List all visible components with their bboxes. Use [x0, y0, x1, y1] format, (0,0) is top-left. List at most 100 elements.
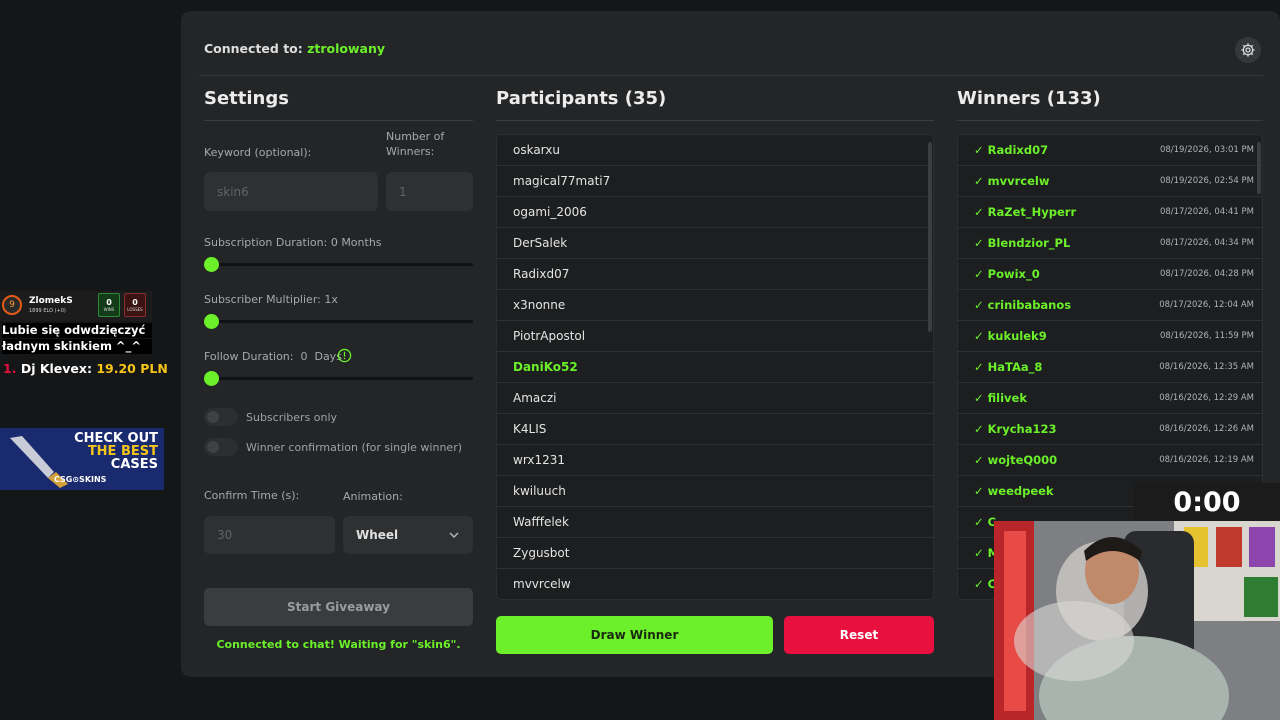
donor-name: Dj Klevex:	[20, 361, 92, 376]
slider-knob[interactable]	[204, 371, 219, 386]
winners-divider	[957, 120, 1263, 121]
winners-title: Winners (133)	[957, 88, 1101, 109]
subscription-duration-label: Subscription Duration: 0 Months	[204, 236, 382, 249]
winner-confirmation-label: Winner confirmation (for single winner)	[246, 440, 463, 454]
winners-count-input[interactable]: 1	[386, 172, 473, 211]
winner-name: ✓ Blendzior_PL	[974, 236, 1071, 250]
participant-row[interactable]: K4LIS	[497, 414, 933, 445]
winners-count-label: Number of Winners:	[386, 129, 444, 159]
info-icon[interactable]	[337, 348, 352, 363]
slider-knob[interactable]	[204, 314, 219, 329]
winner-name: ✓ C	[974, 577, 997, 591]
winner-row[interactable]: ✓ Blendzior_PL 08/17/2026, 04:34 PM	[958, 228, 1262, 259]
winner-date: 08/16/2026, 11:59 PM	[1159, 331, 1254, 341]
top-donor: 1. Dj Klevex: 19.20 PLN	[3, 361, 168, 376]
winner-confirmation-toggle-row[interactable]: Winner confirmation (for single winner)	[204, 438, 462, 456]
slider-knob[interactable]	[204, 257, 219, 272]
participant-row[interactable]: Radixd07	[497, 259, 933, 290]
participant-row[interactable]: DerSalek	[497, 228, 933, 259]
winner-name: ✓ RaZet_Hyperr	[974, 205, 1077, 219]
slider-track	[204, 377, 473, 380]
participant-row[interactable]: Zygusbot	[497, 538, 933, 569]
winners-count-label-line1: Number of	[386, 130, 445, 143]
participant-row[interactable]: kwiluuch	[497, 476, 933, 507]
participant-row[interactable]: Wafffelek	[497, 507, 933, 538]
ad-brand: CSG⊙SKINS	[54, 475, 107, 484]
follow-duration-slider[interactable]	[204, 371, 473, 386]
level-badge: 9	[2, 295, 22, 315]
subscriber-multiplier-slider[interactable]	[204, 314, 473, 329]
donor-amount: 19.20 PLN	[96, 361, 168, 376]
draw-winner-button[interactable]: Draw Winner	[496, 616, 773, 654]
participants-divider	[496, 120, 934, 121]
winner-confirmation-toggle[interactable]	[204, 438, 238, 456]
participant-row[interactable]: x3nonne	[497, 290, 933, 321]
participant-row[interactable]: PiotrApostol	[497, 321, 933, 352]
slider-track	[204, 263, 473, 266]
winner-name: ✓ C	[974, 515, 997, 529]
winner-row[interactable]: ✓ kukulek9 08/16/2026, 11:59 PM	[958, 321, 1262, 352]
participants-scrollbar[interactable]	[928, 142, 932, 332]
participant-row[interactable]: mvvrcelw	[497, 569, 933, 599]
ad-headline: CHECK OUT THE BEST CASES	[74, 432, 158, 471]
participant-row[interactable]: DaniKo52	[497, 352, 933, 383]
subscription-duration-slider[interactable]	[204, 257, 473, 272]
winner-row[interactable]: ✓ crinibabanos 08/17/2026, 12:04 AM	[958, 290, 1262, 321]
winner-date: 08/16/2026, 12:35 AM	[1159, 362, 1254, 372]
channel-name: ztrolowany	[307, 41, 386, 56]
settings-gear-button[interactable]	[1235, 37, 1261, 63]
chat-status-text: Connected to chat! Waiting for "skin6".	[216, 638, 461, 651]
chevron-down-icon	[449, 532, 459, 538]
gear-icon	[1241, 43, 1255, 57]
winner-row[interactable]: ✓ Radixd07 08/19/2026, 03:01 PM	[958, 135, 1262, 166]
animation-select-value: Wheel	[356, 528, 399, 542]
winner-row[interactable]: ✓ Krycha123 08/16/2026, 12:26 AM	[958, 414, 1262, 445]
winner-name: ✓ kukulek9	[974, 329, 1047, 343]
start-giveaway-button[interactable]: Start Giveaway	[204, 588, 473, 626]
keyword-input[interactable]: skin6	[204, 172, 378, 211]
winners-scrollbar[interactable]	[1257, 142, 1261, 194]
chat-line-2: ładnym skinkiem ^_^	[2, 339, 152, 354]
connected-label: Connected to:	[204, 41, 303, 56]
losses-label: LOSSES	[127, 307, 143, 312]
participants-title: Participants (35)	[496, 88, 667, 109]
winner-row[interactable]: ✓ filivek 08/16/2026, 12:29 AM	[958, 383, 1262, 414]
winner-row[interactable]: ✓ mvvrcelw 08/19/2026, 02:54 PM	[958, 166, 1262, 197]
winner-name: ✓ weedpeek	[974, 484, 1054, 498]
animation-select[interactable]: Wheel	[343, 516, 473, 554]
subscriber-multiplier-label: Subscriber Multiplier: 1x	[204, 293, 338, 306]
participant-row[interactable]: oskarxu	[497, 135, 933, 166]
follow-duration-label: Follow Duration: 0 Days	[204, 350, 342, 363]
confirm-time-input[interactable]: 30	[204, 516, 335, 554]
settings-title: Settings	[204, 88, 289, 109]
keyword-label: Keyword (optional):	[204, 146, 312, 159]
winner-row[interactable]: ✓ RaZet_Hyperr 08/17/2026, 04:41 PM	[958, 197, 1262, 228]
faceit-stats-card: 9 ZlomekS 1899 ELO (+0) 0 WINS 0 LOSSES	[0, 291, 152, 321]
settings-divider	[204, 120, 473, 121]
wins-label: WINS	[103, 307, 115, 312]
participants-list[interactable]: oskarxu magical77mati7 ogami_2006 DerSalek R…	[496, 134, 934, 600]
winner-name: ✓ HaTAa_8	[974, 360, 1043, 374]
participant-row[interactable]: wrx1231	[497, 445, 933, 476]
winner-name: ✓ Radixd07	[974, 143, 1049, 157]
reset-button[interactable]: Reset	[784, 616, 934, 654]
connection-status: Connected to: ztrolowany	[204, 41, 385, 56]
participant-row[interactable]: ogami_2006	[497, 197, 933, 228]
winner-name: ✓ wojteQ000	[974, 453, 1058, 467]
winner-date: 08/17/2026, 04:28 PM	[1159, 269, 1254, 279]
confirm-time-label: Confirm Time (s):	[204, 489, 300, 502]
ad-line-3: CASES	[110, 457, 158, 472]
csgoskins-ad-banner[interactable]: CHECK OUT THE BEST CASES CSG⊙SKINS	[0, 428, 164, 490]
winner-row[interactable]: ✓ HaTAa_8 08/16/2026, 12:35 AM	[958, 352, 1262, 383]
winner-date: 08/16/2026, 12:29 AM	[1159, 393, 1254, 403]
donor-rank: 1.	[3, 361, 17, 376]
winners-count-label-line2: Winners:	[386, 145, 435, 158]
winner-row[interactable]: ✓ wojteQ000 08/16/2026, 12:19 AM	[958, 445, 1262, 476]
participant-row[interactable]: magical77mati7	[497, 166, 933, 197]
subscribers-only-toggle-row[interactable]: Subscribers only	[204, 408, 337, 426]
winner-row[interactable]: ✓ Powix_0 08/17/2026, 04:28 PM	[958, 259, 1262, 290]
losses-value: 0	[132, 298, 138, 307]
participant-row[interactable]: Amaczi	[497, 383, 933, 414]
player-name: ZlomekS	[29, 296, 73, 306]
subscribers-only-toggle[interactable]	[204, 408, 238, 426]
